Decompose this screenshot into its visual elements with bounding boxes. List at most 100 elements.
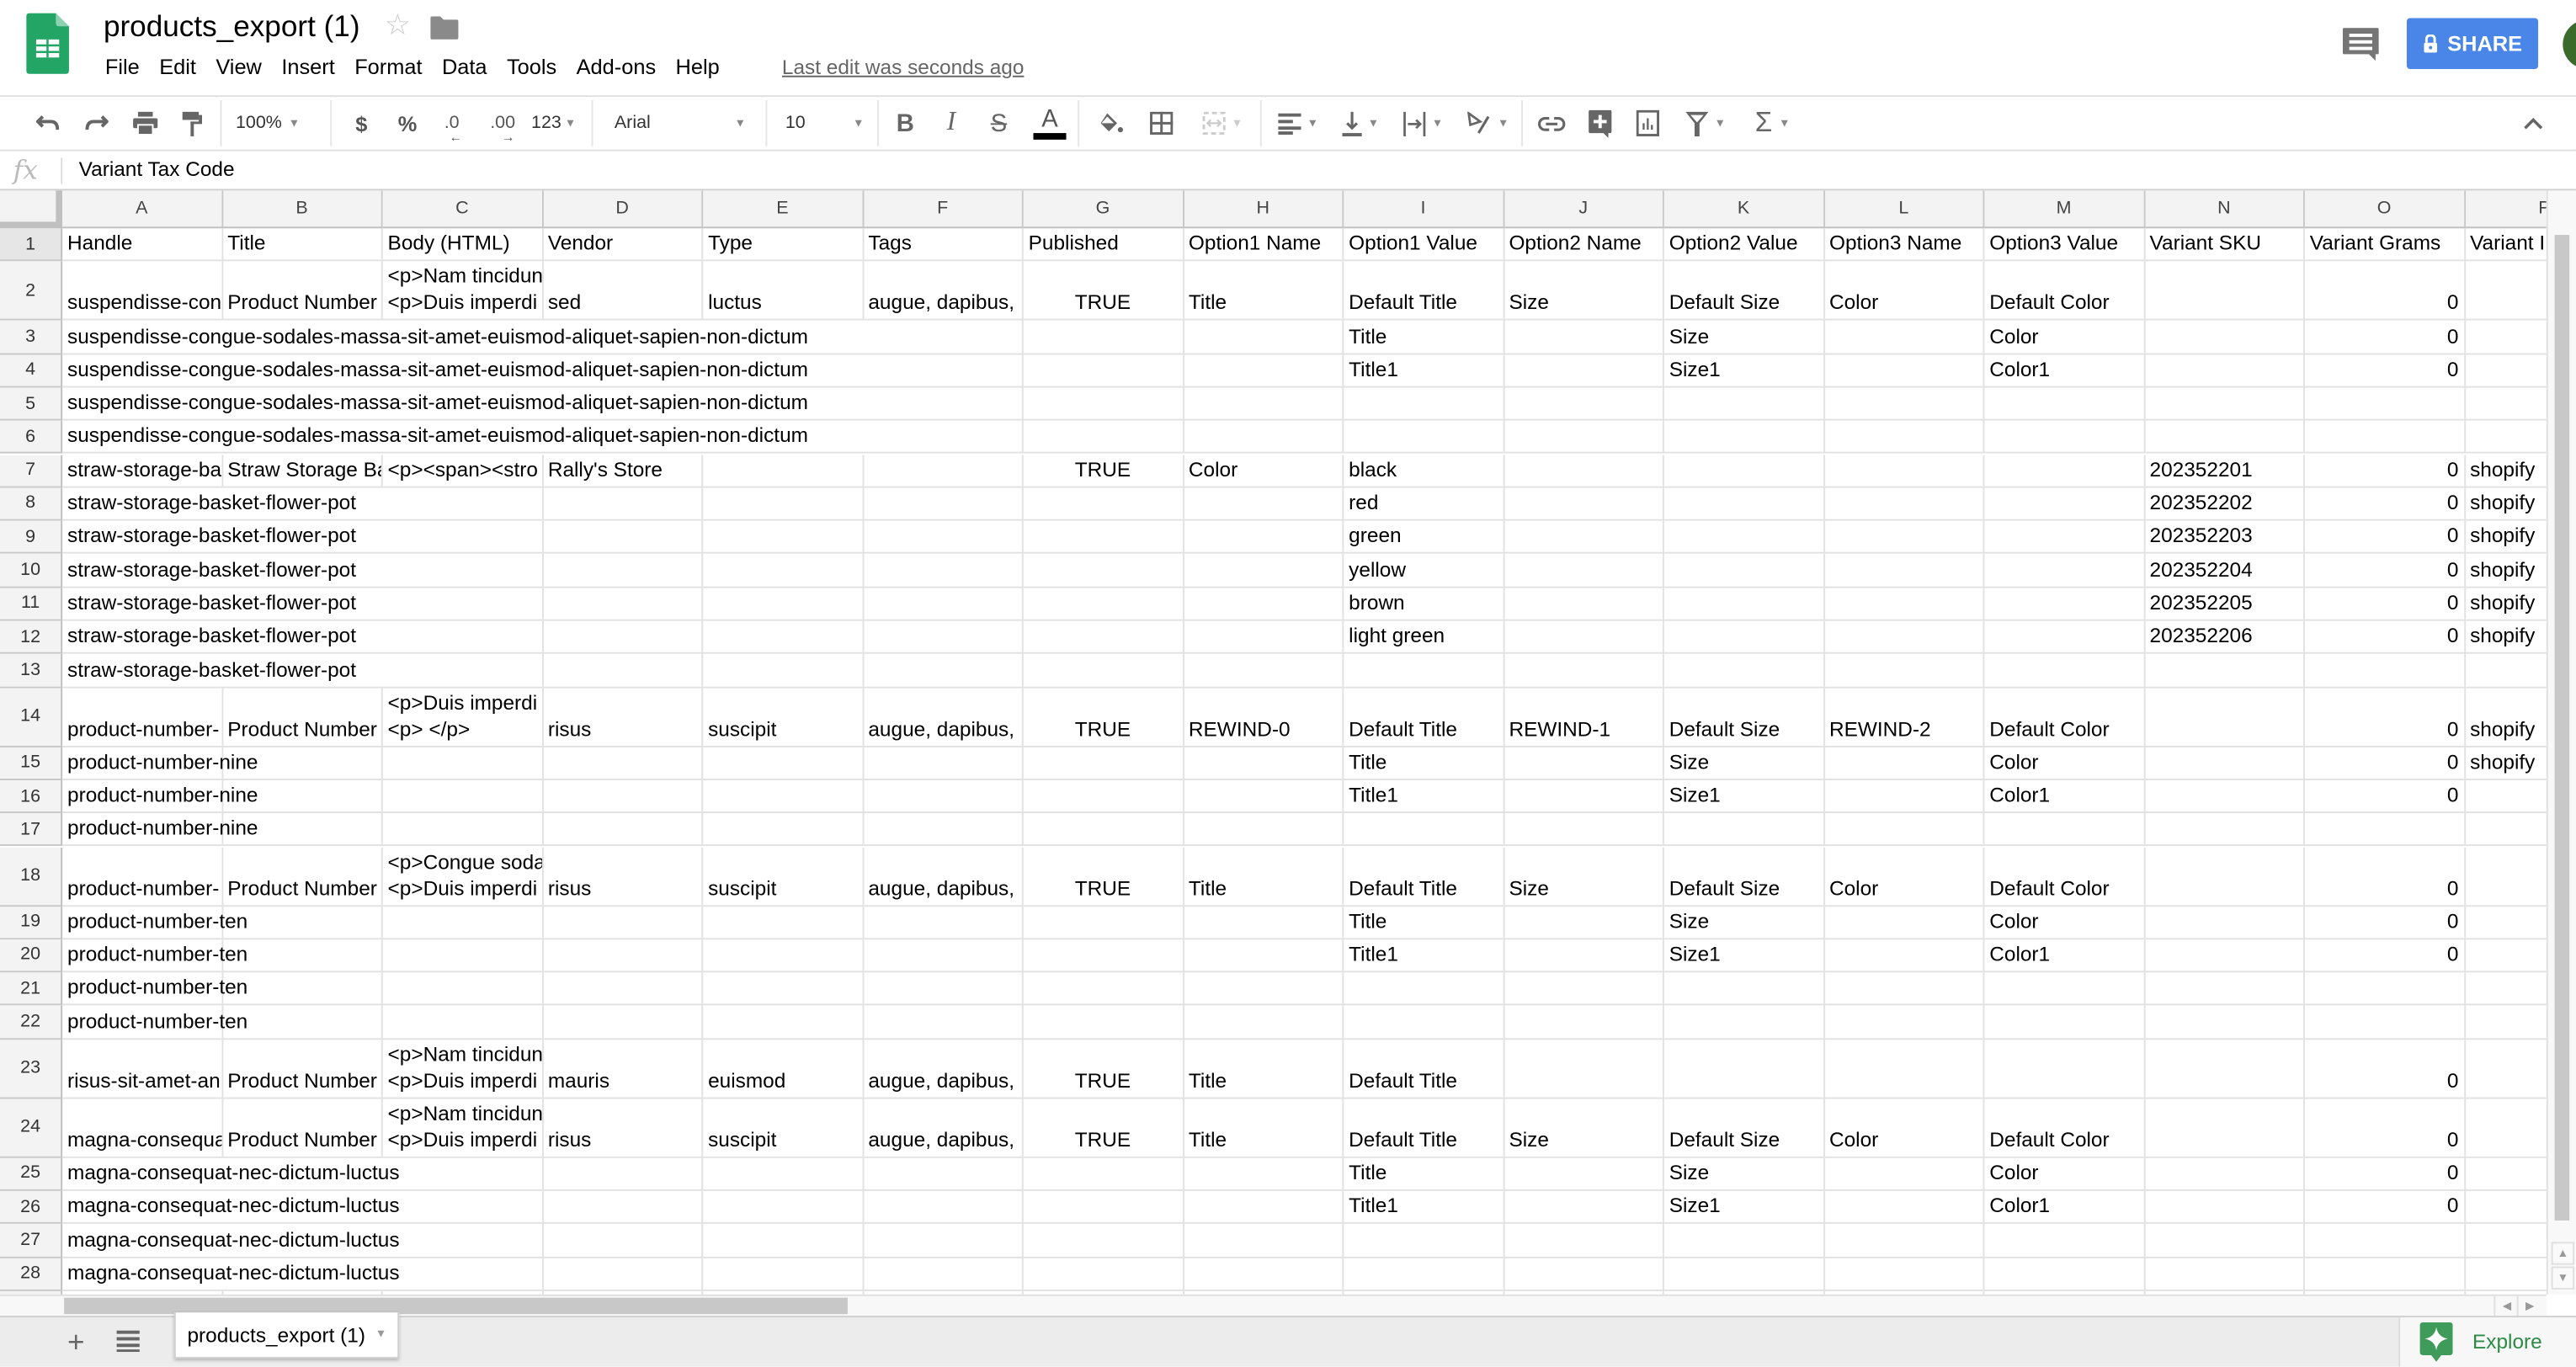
cell-d26[interactable] — [543, 1190, 704, 1223]
cell-l11[interactable] — [1824, 588, 1985, 620]
cell-n1[interactable]: Variant SKU — [2145, 228, 2305, 260]
cell-p9[interactable]: shopify — [2465, 521, 2547, 553]
cell-a15[interactable]: product-number-nine — [62, 747, 258, 779]
cell-o8[interactable]: 0 — [2305, 487, 2466, 519]
row-header[interactable]: 14 — [0, 687, 63, 747]
cell-c1[interactable]: Body (HTML) — [383, 228, 543, 260]
scroll-left-icon[interactable]: ◀ — [2494, 1295, 2518, 1316]
cell-o10[interactable]: 0 — [2305, 554, 2466, 587]
cell-p5[interactable] — [2465, 387, 2547, 419]
cell-k23[interactable] — [1664, 1039, 1825, 1097]
cell-f9[interactable] — [864, 520, 1024, 553]
cell-m2[interactable]: Default Color — [1984, 261, 2145, 320]
cell-i7[interactable]: black — [1344, 454, 1504, 487]
cell-j22[interactable] — [1504, 1006, 1664, 1038]
explore-button[interactable]: Explore — [2398, 1317, 2576, 1367]
strikethrough-icon[interactable]: S — [982, 97, 1015, 149]
cell-g5[interactable] — [1024, 387, 1184, 419]
cell-g24[interactable]: TRUE — [1024, 1098, 1184, 1157]
cell-d23[interactable]: mauris — [543, 1039, 704, 1097]
cell-m19[interactable]: Color — [1984, 906, 2145, 938]
cell-g13[interactable] — [1024, 654, 1184, 686]
cell-o18[interactable]: 0 — [2305, 846, 2466, 905]
cell-a3[interactable]: suspendisse-congue-sodales-massa-sit-ame… — [62, 321, 808, 353]
italic-icon[interactable]: I — [934, 97, 967, 149]
cell-j16[interactable] — [1504, 779, 1664, 812]
column-header-o[interactable]: O — [2304, 190, 2466, 229]
cell-d19[interactable] — [543, 906, 704, 938]
cell-l19[interactable] — [1824, 906, 1985, 938]
cell-l12[interactable] — [1824, 620, 1985, 653]
cell-k2[interactable]: Default Size — [1664, 261, 1825, 320]
insert-link-icon[interactable] — [1533, 97, 1569, 149]
cell-a23[interactable]: risus-sit-amet-an — [62, 1039, 223, 1097]
cell-e7[interactable] — [703, 454, 864, 487]
cell-i12[interactable]: light green — [1344, 620, 1504, 653]
cell-g11[interactable] — [1024, 588, 1184, 620]
cell-i4[interactable]: Title1 — [1344, 354, 1504, 386]
cell-f20[interactable] — [864, 939, 1024, 971]
formula-input[interactable]: Variant Tax Code — [79, 157, 235, 180]
cell-i26[interactable]: Title1 — [1344, 1190, 1504, 1223]
cell-i22[interactable] — [1344, 1006, 1504, 1038]
cell-k11[interactable] — [1664, 588, 1825, 620]
cell-l1[interactable]: Option3 Name — [1824, 228, 1985, 260]
cell-n10[interactable]: 202352204 — [2145, 554, 2305, 587]
cell-l21[interactable] — [1824, 972, 1985, 1005]
cell-l5[interactable] — [1824, 387, 1985, 419]
cell-i24[interactable]: Default Title — [1344, 1098, 1504, 1157]
cell-b1[interactable]: Title — [222, 228, 383, 260]
cell-c23[interactable]: <p>Nam tincidun <p>Duis imperdi — [383, 1039, 543, 1097]
text-rotation-icon[interactable]: ▼ — [1459, 97, 1514, 149]
cell-k12[interactable] — [1664, 620, 1825, 653]
row-header[interactable]: 21 — [0, 972, 63, 1007]
cell-f11[interactable] — [864, 588, 1024, 620]
cell-n17[interactable] — [2145, 813, 2305, 846]
increase-decimal-button[interactable]: .00 → — [483, 97, 523, 149]
cell-m3[interactable]: Color — [1984, 321, 2145, 353]
cell-a9[interactable]: straw-storage-basket-flower-pot — [62, 521, 356, 553]
row-header[interactable]: 28 — [0, 1258, 63, 1291]
cell-h7[interactable]: Color — [1184, 454, 1344, 487]
cell-k8[interactable] — [1664, 487, 1825, 519]
cell-i1[interactable]: Option1 Value — [1344, 228, 1504, 260]
column-header-h[interactable]: H — [1184, 190, 1344, 229]
cell-k22[interactable] — [1664, 1006, 1825, 1038]
cell-a18[interactable]: product-number- — [62, 846, 223, 905]
row-header[interactable]: 10 — [0, 554, 63, 588]
cell-a20[interactable]: product-number-ten — [62, 939, 247, 971]
cell-a16[interactable]: product-number-nine — [62, 779, 258, 812]
cell-e9[interactable] — [703, 520, 864, 553]
cell-a6[interactable]: suspendisse-congue-sodales-massa-sit-ame… — [62, 421, 808, 453]
cell-p27[interactable] — [2465, 1224, 2547, 1256]
cell-c21[interactable] — [383, 972, 543, 1005]
cell-e15[interactable] — [703, 747, 864, 779]
collapse-toolbar-icon[interactable] — [2514, 97, 2553, 149]
cell-n15[interactable] — [2145, 747, 2305, 779]
column-header-f[interactable]: F — [863, 190, 1024, 229]
cell-d27[interactable] — [543, 1224, 704, 1257]
cell-k28[interactable] — [1664, 1258, 1825, 1290]
cell-f10[interactable] — [864, 554, 1024, 587]
cell-k7[interactable] — [1664, 454, 1825, 487]
cell-p6[interactable] — [2465, 421, 2547, 453]
cell-o22[interactable] — [2305, 1006, 2466, 1038]
cell-c15[interactable] — [383, 747, 543, 779]
cell-m13[interactable] — [1984, 654, 2145, 686]
cell-o27[interactable] — [2305, 1224, 2466, 1257]
cell-l8[interactable] — [1824, 487, 1985, 519]
cell-d18[interactable]: risus — [543, 846, 704, 905]
menu-file[interactable]: File — [105, 54, 150, 78]
cell-p11[interactable]: shopify — [2465, 588, 2547, 620]
cell-g7[interactable]: TRUE — [1024, 454, 1184, 487]
cell-f3[interactable] — [864, 321, 1024, 353]
column-header-p[interactable]: P — [2465, 190, 2547, 229]
row-header[interactable]: 22 — [0, 1006, 63, 1040]
cell-j12[interactable] — [1504, 620, 1664, 653]
cell-g20[interactable] — [1024, 939, 1184, 971]
cell-k10[interactable] — [1664, 554, 1825, 587]
cell-f16[interactable] — [864, 779, 1024, 812]
cell-l3[interactable] — [1824, 321, 1985, 353]
cell-a22[interactable]: product-number-ten — [62, 1006, 247, 1038]
row-header[interactable]: 4 — [0, 354, 63, 388]
